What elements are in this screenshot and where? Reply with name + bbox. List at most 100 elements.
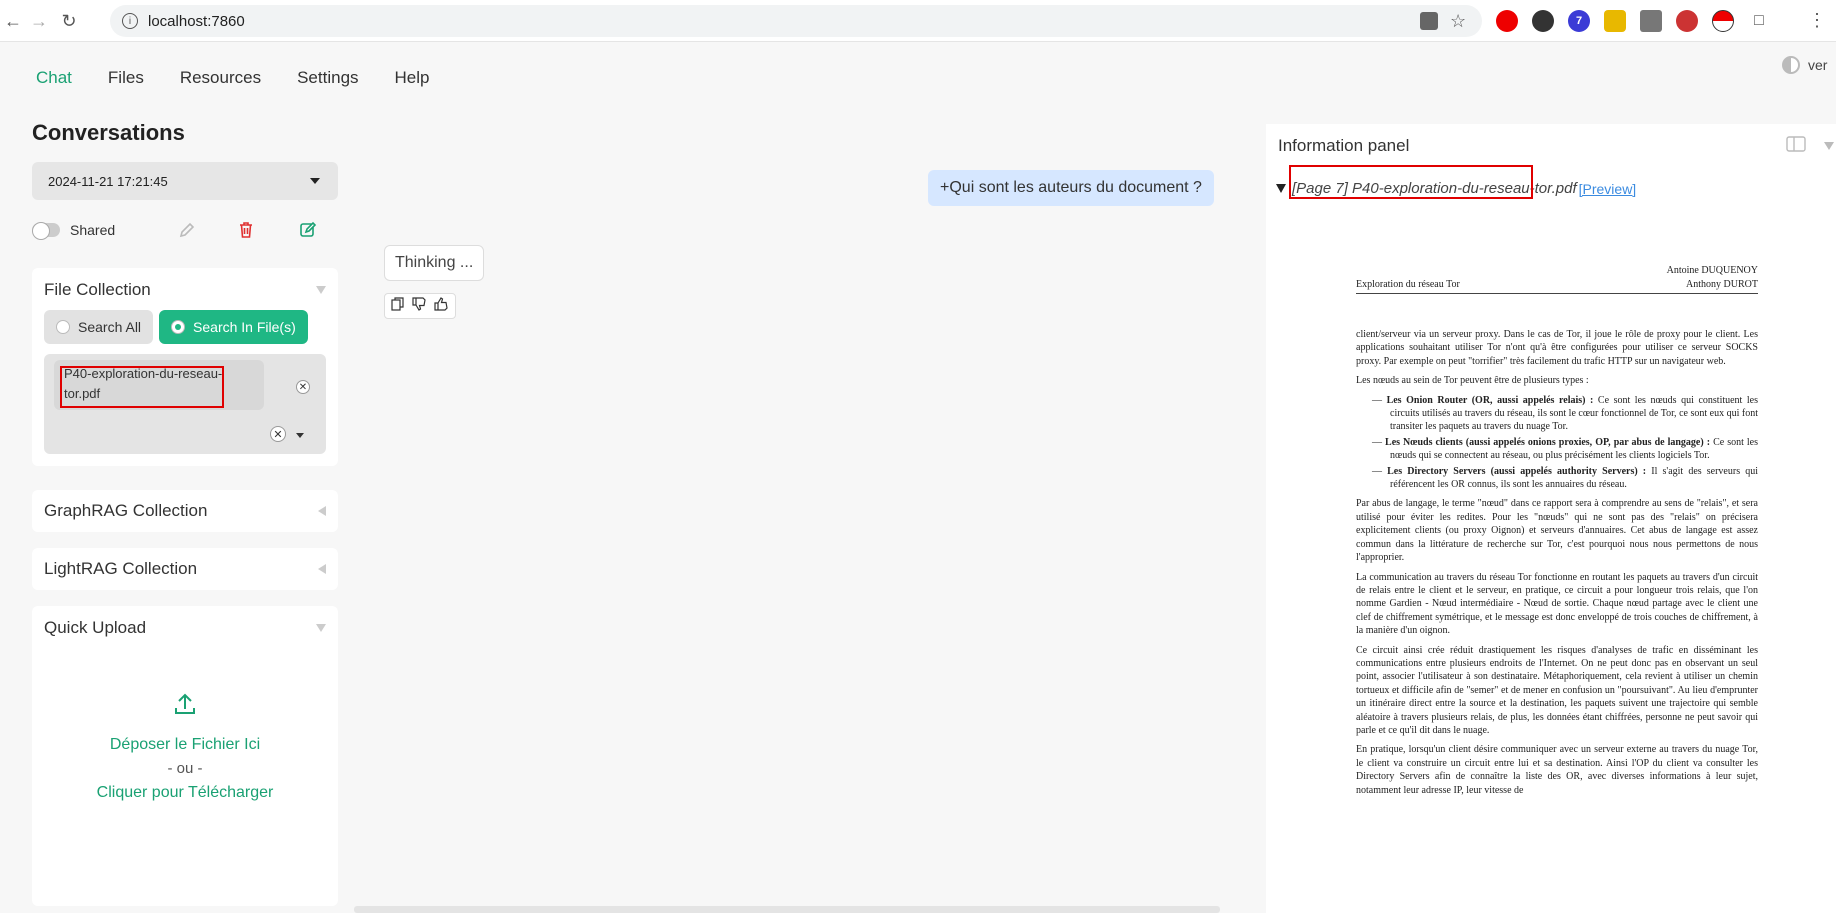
document-header-title: Exploration du réseau Tor [1356, 278, 1460, 290]
list-item: — Les Nœuds clients (aussi appelés onion… [1372, 436, 1759, 462]
lock-extension-icon[interactable] [1604, 10, 1626, 32]
main-nav: Chat Files Resources Settings Help [36, 68, 430, 88]
upload-icon [172, 691, 198, 725]
browser-toolbar: ← → ↻ i localhost:7860 ☆ 7 □ ⋮ [0, 0, 1836, 42]
back-icon[interactable]: ← [0, 8, 26, 34]
document-paragraph: client/serveur via un serveur proxy. Dan… [1356, 329, 1758, 367]
list-item-term: Les Nœuds clients (aussi appelés onions … [1385, 436, 1711, 448]
tab-help[interactable]: Help [395, 68, 430, 88]
tab-resources[interactable]: Resources [180, 68, 261, 88]
selected-conversation: 2024-11-21 17:21:45 [48, 173, 168, 189]
rename-pencil-icon[interactable] [177, 220, 197, 245]
search-in-files-option[interactable]: Search In File(s) [159, 310, 308, 344]
trash-extension-icon[interactable] [1640, 10, 1662, 32]
search-all-option[interactable]: Search All [44, 310, 154, 344]
graphrag-collection-panel[interactable]: GraphRAG Collection [32, 490, 338, 532]
click-upload-text[interactable]: Cliquer pour Télécharger [97, 781, 274, 805]
tab-files[interactable]: Files [108, 68, 144, 88]
disclosure-triangle-icon[interactable] [1276, 184, 1286, 193]
site-info-icon[interactable]: i [122, 13, 138, 29]
forward-icon[interactable]: → [26, 8, 52, 34]
bookmark-star-icon[interactable]: ☆ [1450, 12, 1468, 30]
dropdown-caret-icon[interactable] [296, 433, 304, 438]
file-collection-header[interactable]: File Collection [44, 280, 326, 300]
lightrag-collection-panel[interactable]: LightRAG Collection [32, 548, 338, 590]
shared-toggle[interactable] [32, 222, 60, 240]
information-panel: Information panel [Page 7] P40-explorati… [1266, 124, 1836, 913]
clear-all-icon[interactable]: ✕ [270, 426, 286, 442]
new-conversation-icon[interactable] [298, 220, 318, 245]
horizontal-scrollbar[interactable] [354, 906, 1220, 913]
highlight-box [60, 366, 224, 408]
quick-upload-panel: Quick Upload Déposer le Fichier Ici - ou… [32, 606, 338, 906]
collapse-icon [316, 286, 326, 294]
document-header: Exploration du réseau Tor Antoine DUQUEN… [1356, 264, 1758, 294]
search-all-label: Search All [78, 319, 142, 335]
extension-icon[interactable] [1676, 10, 1698, 32]
bot-message: Thinking ... [384, 245, 485, 281]
theme-toggle[interactable]: ver [1782, 56, 1827, 74]
upload-dropzone[interactable]: Déposer le Fichier Ici - ou - Cliquer po… [44, 638, 326, 858]
drop-file-text: Déposer le Fichier Ici [109, 736, 261, 753]
quick-upload-title: Quick Upload [44, 618, 147, 637]
conversation-sidebar: Conversations 2024-11-21 17:21:45 Shared… [32, 120, 338, 906]
tab-chat[interactable]: Chat [36, 68, 72, 88]
collapse-icon [316, 624, 326, 632]
preview-link[interactable]: [Preview] [1579, 181, 1637, 197]
conversation-select[interactable]: 2024-11-21 17:21:45 [32, 162, 338, 200]
expand-icon [318, 506, 326, 516]
expand-icon [318, 564, 326, 574]
puzzle-icon[interactable]: □ [1748, 10, 1770, 32]
radio-icon [56, 320, 70, 334]
information-panel-title: Information panel [1278, 136, 1410, 155]
document-paragraph: Les nœuds au sein de Tor peuvent être de… [1356, 375, 1589, 387]
extension-icons: 7 □ [1496, 10, 1770, 32]
document-paragraph: La communication au travers du réseau To… [1356, 571, 1758, 637]
reload-icon[interactable]: ↻ [56, 8, 82, 34]
graphrag-title: GraphRAG Collection [44, 501, 208, 520]
or-text: - ou - [167, 760, 203, 777]
document-preview: Exploration du réseau Tor Antoine DUQUEN… [1356, 264, 1758, 803]
list-item-term: Les Onion Router (OR, aussi appelés rela… [1386, 394, 1594, 406]
list-item: — Les Onion Router (OR, aussi appelés re… [1372, 394, 1758, 433]
highlight-box [1289, 165, 1533, 199]
document-paragraph: En pratique, lorsqu'un client désire com… [1356, 744, 1758, 796]
search-in-files-label: Search In File(s) [193, 319, 296, 335]
file-collection-title: File Collection [44, 280, 151, 299]
extension-badge-icon[interactable]: 7 [1568, 10, 1590, 32]
list-item: — Les Directory Servers (aussi appelés a… [1372, 465, 1759, 491]
quick-upload-header[interactable]: Quick Upload [44, 618, 326, 638]
extension-icon[interactable] [1532, 10, 1554, 32]
conversations-title: Conversations [32, 120, 185, 145]
conversation-actions: Shared [32, 218, 338, 242]
file-collection-panel: File Collection Search All Search In Fil… [32, 268, 338, 466]
search-scope-radio: Search All Search In File(s) [44, 310, 326, 344]
shared-label: Shared [70, 222, 116, 238]
message-actions [384, 293, 456, 319]
remove-file-icon[interactable]: ✕ [296, 380, 310, 394]
delete-trash-icon[interactable] [236, 220, 256, 245]
theme-label: ver [1808, 57, 1828, 73]
list-item-term: Les Directory Servers (aussi appelés aut… [1387, 465, 1647, 477]
author-2: Anthony DUROT [1686, 278, 1758, 290]
url-text: localhost:7860 [148, 12, 245, 30]
file-selector[interactable]: P40-exploration-du-reseau-tor.pdf ✕ ✕ [44, 354, 326, 454]
author-1: Antoine DUQUENOY [1666, 265, 1758, 277]
chevron-down-icon [310, 178, 320, 184]
tab-settings[interactable]: Settings [297, 68, 358, 88]
document-list: — Les Onion Router (OR, aussi appelés re… [1370, 394, 1758, 492]
sidebar-toggle-icon[interactable] [1786, 136, 1806, 157]
copy-icon[interactable] [391, 296, 405, 316]
lightrag-title: LightRAG Collection [44, 559, 198, 578]
collapse-icon[interactable] [1824, 142, 1834, 150]
menu-icon[interactable]: ⋮ [1808, 10, 1826, 31]
translate-icon[interactable] [1420, 12, 1438, 30]
pokeball-extension-icon[interactable] [1712, 10, 1734, 32]
document-paragraph: Ce circuit ainsi crée réduit drastiqueme… [1356, 644, 1758, 736]
document-header-authors: Antoine DUQUENOY Anthony DUROT [1667, 264, 1758, 291]
address-bar[interactable]: i localhost:7860 ☆ [110, 5, 1482, 37]
thumbs-down-icon[interactable] [411, 296, 427, 316]
radio-icon [171, 320, 186, 334]
thumbs-up-icon[interactable] [433, 296, 449, 316]
opera-extension-icon[interactable] [1496, 10, 1518, 32]
